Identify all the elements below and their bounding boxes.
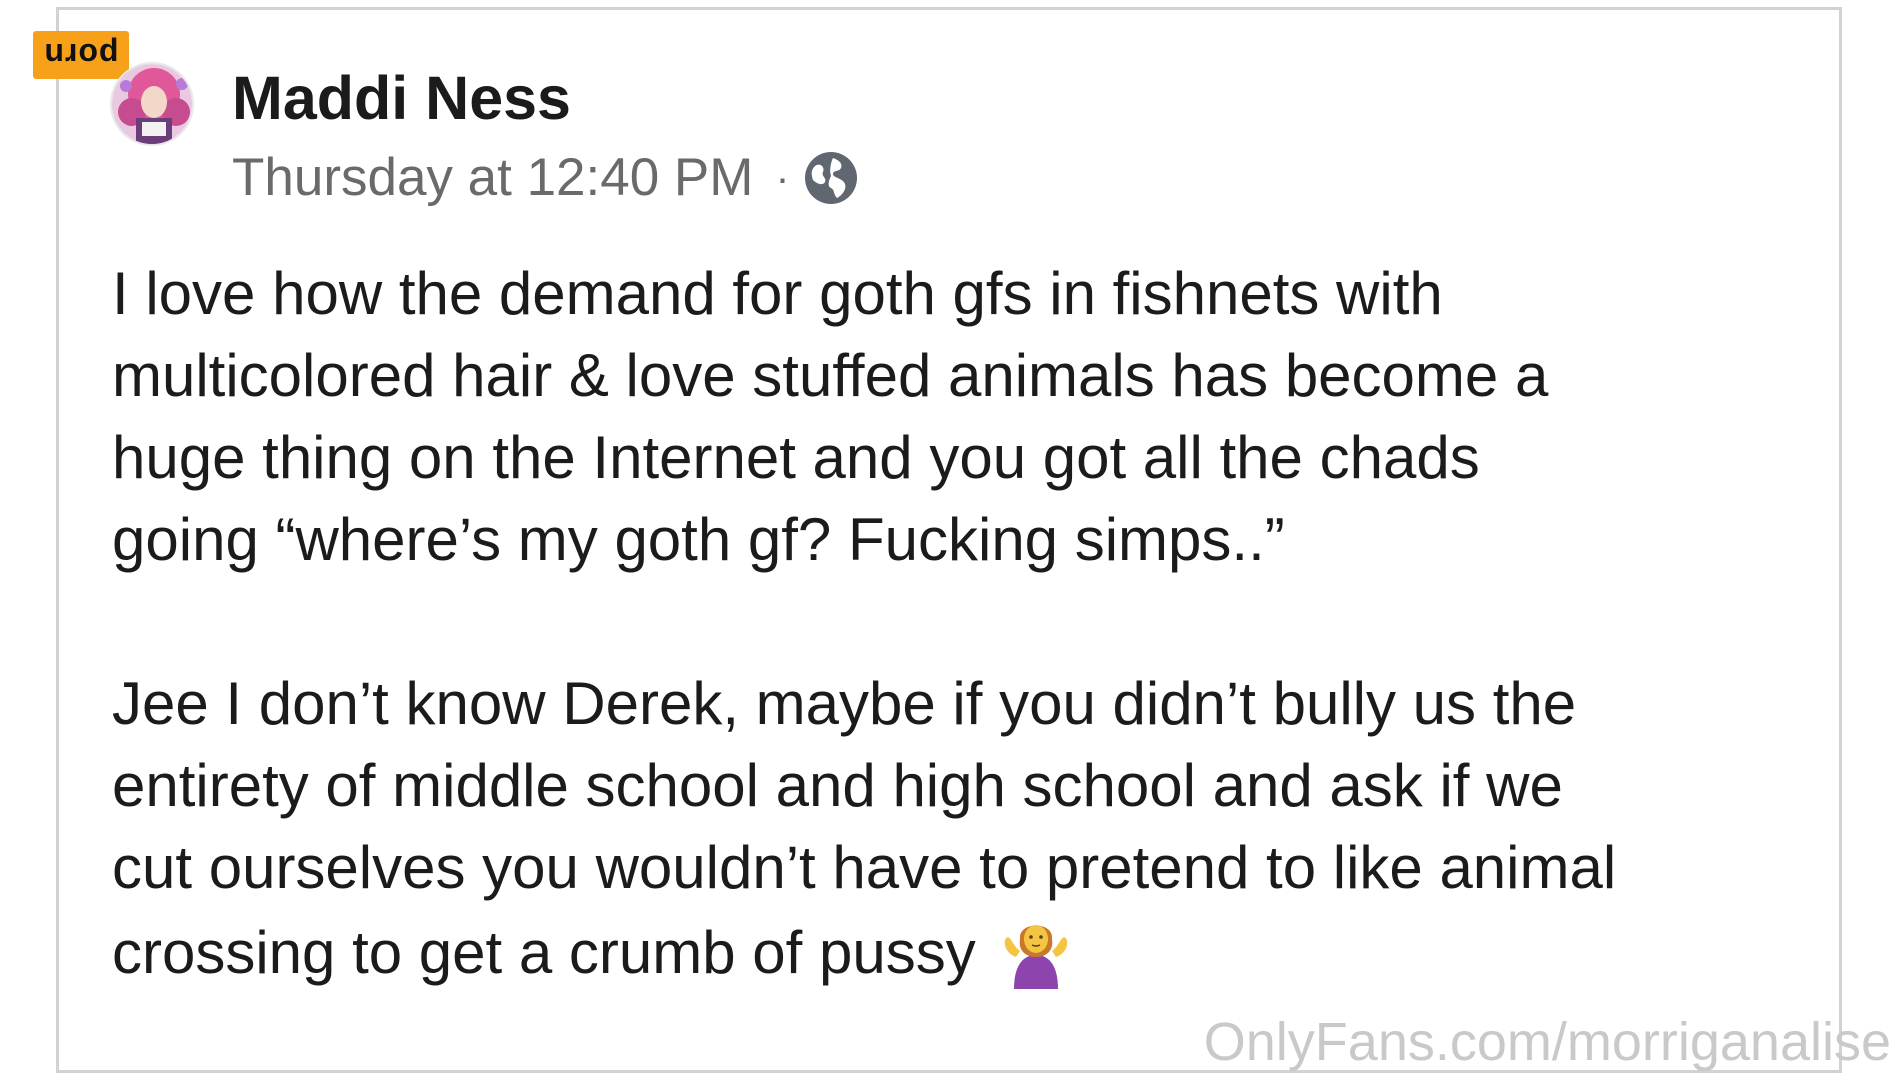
watermark: OnlyFans.com/morriganalise xyxy=(1203,1012,1891,1072)
avatar-image xyxy=(112,64,192,144)
person-shrugging-emoji xyxy=(1004,925,1068,989)
globe-icon[interactable] xyxy=(803,150,859,206)
post-meta: Thursday at 12:40 PM · xyxy=(232,146,859,210)
meta-separator: · xyxy=(775,154,790,201)
corner-badge: porn xyxy=(33,31,129,79)
post-paragraph-2-text: Jee I don’t know Derek, maybe if you did… xyxy=(112,670,1617,986)
author-name[interactable]: Maddi Ness xyxy=(232,62,571,134)
avatar[interactable] xyxy=(110,62,194,146)
post-paragraph-2: Jee I don’t know Derek, maybe if you did… xyxy=(112,663,1832,994)
post-paragraph-1: I love how the demand for goth gfs in fi… xyxy=(112,260,1549,573)
post-body: I love how the demand for goth gfs in fi… xyxy=(112,253,1832,994)
post-timestamp[interactable]: Thursday at 12:40 PM xyxy=(232,146,753,210)
